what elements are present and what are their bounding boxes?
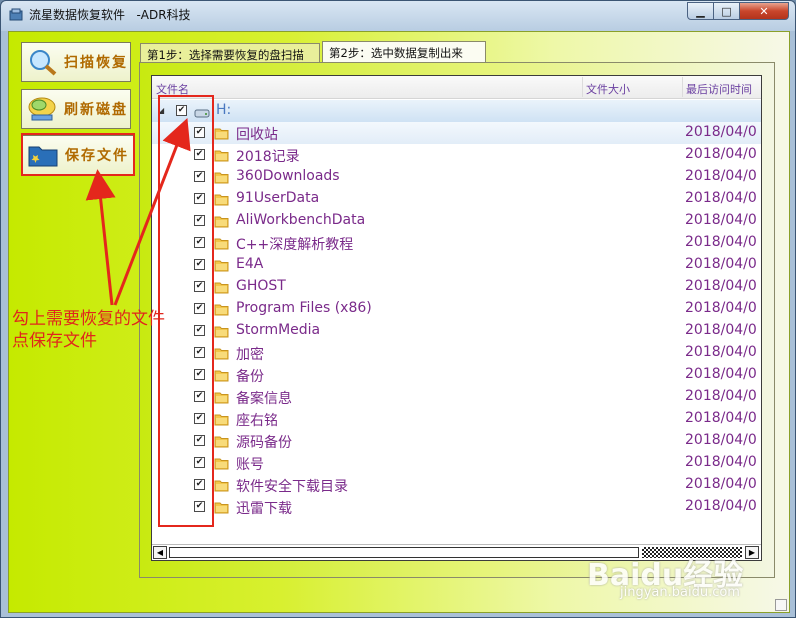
- arrow-to-save-button: [85, 169, 116, 306]
- annotation-text: 勾上需要恢复的文件 点保存文件: [12, 308, 165, 352]
- watermark-url: jingyan.baidu.com: [620, 585, 740, 600]
- annotation-line2: 点保存文件: [12, 331, 97, 351]
- arrow-to-checkboxes: [113, 118, 191, 306]
- annotation-line1: 勾上需要恢复的文件: [12, 309, 165, 329]
